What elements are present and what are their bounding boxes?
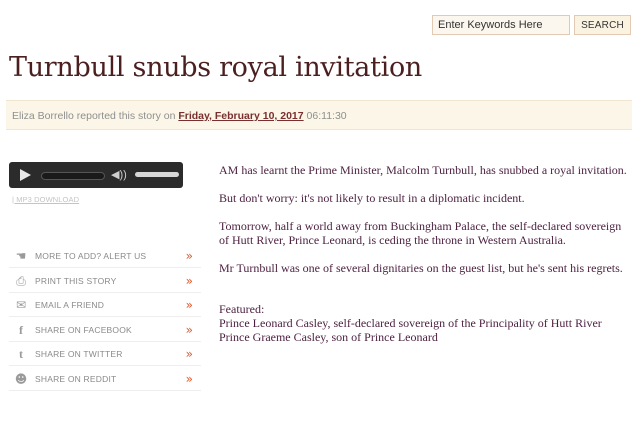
facebook-icon: f: [19, 322, 23, 337]
printer-icon: ⎙: [16, 273, 26, 288]
share-item-label: MORE TO ADD? ALERT US: [35, 251, 147, 261]
twitter-icon: t: [19, 347, 23, 361]
mp3-download-link[interactable]: | MP3 DOWNLOAD: [12, 195, 79, 204]
audio-player[interactable]: ◀)): [9, 162, 183, 188]
share-item-reddit[interactable]: ☻ SHARE ON REDDIT »: [9, 368, 201, 391]
chevron-right-icon: »: [185, 347, 193, 361]
chevron-right-icon: »: [185, 249, 193, 263]
share-item-label: SHARE ON FACEBOOK: [35, 324, 132, 335]
featured-person: Prince Graeme Casley, son of Prince Leon…: [219, 330, 438, 344]
featured-person: Prince Leonard Casley, self-declared sov…: [219, 316, 602, 330]
byline-author: Eliza Borrello: [12, 110, 74, 122]
play-icon[interactable]: [20, 169, 31, 181]
share-item-label: SHARE ON TWITTER: [35, 349, 123, 359]
share-item-alert-us[interactable]: ☚ MORE TO ADD? ALERT US »: [9, 245, 201, 268]
share-item-facebook[interactable]: f SHARE ON FACEBOOK »: [9, 319, 201, 342]
article-body: AM has learnt the Prime Minister, Malcol…: [219, 163, 631, 344]
article-paragraph: Tomorrow, half a world away from Bucking…: [219, 219, 622, 247]
search-button[interactable]: SEARCH: [574, 15, 631, 35]
byline-reported-text: reported this story on: [73, 110, 179, 122]
share-list: ☚ MORE TO ADD? ALERT US » ⎙ PRINT THIS S…: [9, 245, 201, 392]
chevron-right-icon: »: [185, 371, 193, 386]
byline-time: 06:11:30: [303, 110, 347, 122]
chevron-right-icon: »: [185, 273, 193, 288]
share-item-label: SHARE ON REDDIT: [35, 373, 117, 384]
volume-icon[interactable]: ◀)): [111, 168, 127, 182]
page-title: Turnbull snubs royal invitation: [9, 52, 422, 83]
byline-date-link[interactable]: Friday, February 10, 2017: [178, 110, 303, 122]
search-input[interactable]: [432, 15, 570, 35]
article-paragraph: AM has learnt the Prime Minister, Malcol…: [219, 163, 627, 177]
share-item-label: EMAIL A FRIEND: [35, 300, 105, 310]
search-bar: SEARCH: [432, 15, 631, 35]
chevron-right-icon: »: [185, 298, 193, 312]
share-item-print[interactable]: ⎙ PRINT THIS STORY »: [9, 270, 201, 293]
article-paragraph: Mr Turnbull was one of several dignitari…: [219, 261, 623, 275]
pointing-hand-icon: ☚: [15, 249, 27, 263]
share-item-twitter[interactable]: t SHARE ON TWITTER »: [9, 343, 201, 366]
audio-progress-track[interactable]: [41, 172, 105, 180]
featured-label: Featured:: [219, 302, 265, 316]
chevron-right-icon: »: [185, 322, 193, 337]
reddit-icon: ☻: [14, 371, 28, 386]
volume-slider[interactable]: [135, 172, 179, 177]
byline: Eliza Borrello reported this story on Fr…: [6, 100, 632, 130]
envelope-icon: ✉: [15, 298, 27, 312]
share-item-email[interactable]: ✉ EMAIL A FRIEND »: [9, 294, 201, 317]
featured-block: Featured: Prince Leonard Casley, self-de…: [219, 302, 631, 344]
article-paragraph: But don't worry: it's not likely to resu…: [219, 191, 525, 205]
share-item-label: PRINT THIS STORY: [35, 275, 117, 286]
